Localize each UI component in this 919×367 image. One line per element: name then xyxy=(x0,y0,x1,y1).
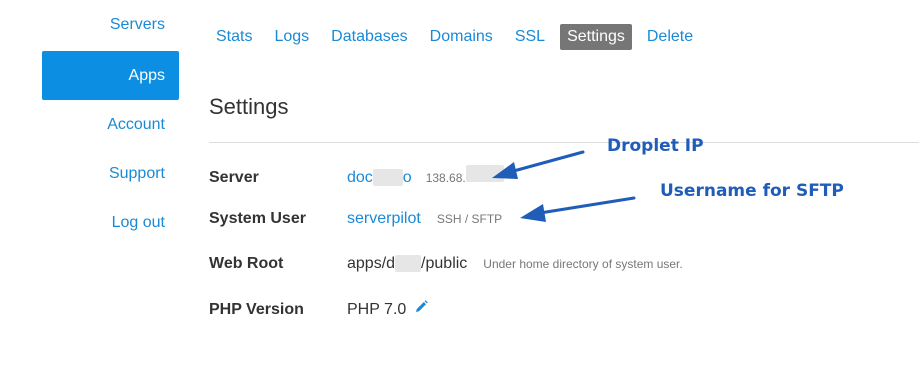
arrow-sftp-user xyxy=(520,196,636,222)
annotation-arrows xyxy=(492,150,636,222)
arrow-droplet-ip xyxy=(492,150,585,179)
